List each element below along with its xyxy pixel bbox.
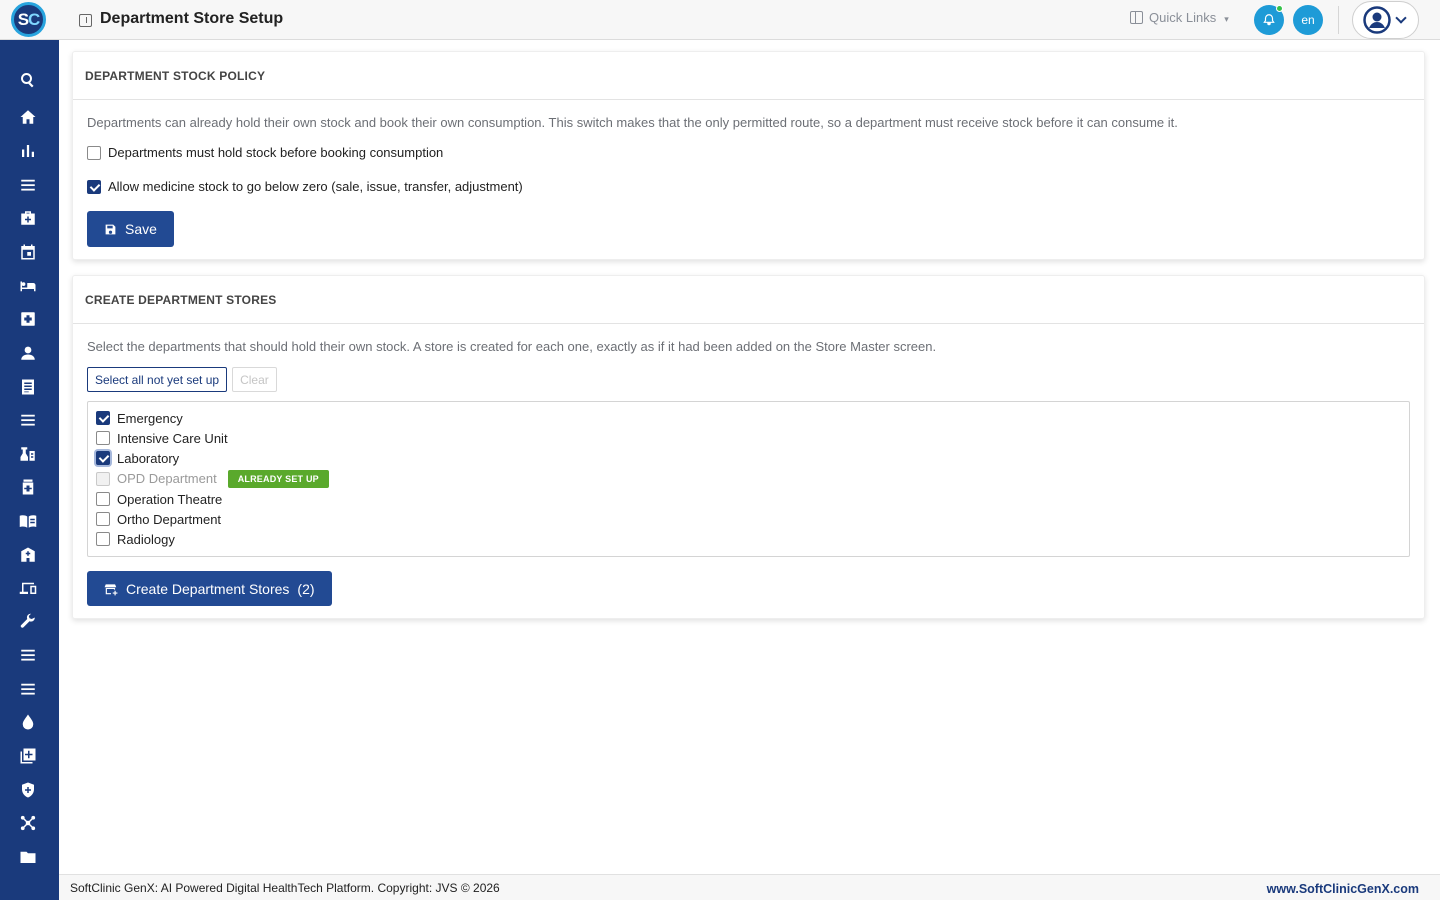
stock-policy-description: Departments can already hold their own s…	[87, 115, 1178, 130]
quick-links-menu[interactable]: Quick Links ▾	[1130, 10, 1229, 25]
page-icon	[79, 14, 92, 27]
create-stores-description: Select the departments that should hold …	[87, 339, 937, 354]
create-stores-heading: CREATE DEPARTMENT STORES	[73, 276, 1424, 324]
stock-policy-card: DEPARTMENT STOCK POLICY Departments can …	[72, 51, 1425, 260]
below-zero-option[interactable]: Allow medicine stock to go below zero (s…	[87, 179, 1410, 194]
calendar-icon[interactable]	[18, 242, 38, 262]
folder-icon[interactable]	[18, 847, 38, 867]
below-zero-label: Allow medicine stock to go below zero (s…	[108, 179, 523, 194]
top-bar: SC Department Store Setup Quick Links ▾ …	[0, 0, 1440, 40]
medical-cross-icon[interactable]	[18, 309, 38, 329]
department-item[interactable]: Emergency	[96, 408, 1401, 428]
create-stores-count: (2)	[297, 580, 315, 597]
department-item[interactable]: Ortho Department	[96, 509, 1401, 529]
user-avatar-icon	[1363, 6, 1391, 34]
create-stores-card: CREATE DEPARTMENT STORES Select the depa…	[72, 275, 1425, 619]
sidebar	[0, 40, 59, 900]
language-button[interactable]: en	[1293, 5, 1323, 35]
logo-letter-c: C	[28, 9, 40, 29]
logo-letter-s: S	[17, 9, 29, 29]
department-item[interactable]: Laboratory	[96, 448, 1401, 468]
department-label: Ortho Department	[117, 511, 222, 527]
department-item[interactable]: Intensive Care Unit	[96, 428, 1401, 448]
create-department-stores-button[interactable]: Create Department Stores (2)	[87, 571, 332, 606]
gift-icon	[1130, 11, 1143, 24]
floppy-disk-icon	[105, 224, 116, 234]
footer-website-link[interactable]: www.SoftClinicGenX.com	[1267, 882, 1419, 896]
department-label: Operation Theatre	[117, 491, 223, 507]
devices-icon[interactable]	[18, 578, 38, 598]
department-checkbox[interactable]	[96, 512, 110, 526]
bar-chart-icon[interactable]	[18, 141, 38, 161]
menu-lines-icon[interactable]	[18, 645, 38, 665]
pharmacy-icon[interactable]	[18, 477, 38, 497]
quick-links-label: Quick Links	[1149, 10, 1217, 25]
drop-icon[interactable]	[18, 712, 38, 732]
footer-copyright: SoftClinic GenX: AI Powered Digital Heal…	[70, 881, 500, 895]
home-icon[interactable]	[18, 107, 38, 127]
building-icon[interactable]	[18, 545, 38, 565]
notification-status-dot	[1276, 5, 1283, 12]
divider	[1338, 6, 1339, 34]
department-checkbox[interactable]	[96, 431, 110, 445]
department-checkbox[interactable]	[96, 451, 110, 465]
department-checkbox[interactable]	[96, 532, 110, 546]
save-button[interactable]: Save	[87, 211, 174, 247]
lab-icon[interactable]	[18, 444, 38, 464]
department-label: Laboratory	[117, 450, 180, 466]
clear-button[interactable]: Clear	[232, 367, 277, 392]
medical-bag-icon[interactable]	[18, 208, 38, 228]
select-all-button[interactable]: Select all not yet set up	[87, 367, 228, 392]
shield-icon[interactable]	[18, 780, 38, 800]
department-checkbox[interactable]	[96, 492, 110, 506]
hold-stock-option[interactable]: Departments must hold stock before booki…	[87, 145, 1410, 160]
department-label: Intensive Care Unit	[117, 430, 228, 446]
user-menu-button[interactable]	[1352, 1, 1419, 39]
department-label: OPD Department	[117, 471, 217, 486]
hold-stock-label: Departments must hold stock before booki…	[108, 145, 444, 160]
book-icon[interactable]	[18, 511, 38, 531]
department-checkbox	[96, 471, 110, 486]
add-library-icon[interactable]	[18, 746, 38, 766]
save-label: Save	[125, 221, 157, 237]
search-icon[interactable]	[18, 70, 38, 90]
stock-policy-heading: DEPARTMENT STOCK POLICY	[73, 52, 1424, 100]
document-icon[interactable]	[18, 377, 38, 397]
department-label: Radiology	[117, 531, 175, 547]
menu-lines-icon[interactable]	[18, 679, 38, 699]
page-title: Department Store Setup	[100, 10, 284, 27]
store-add-icon	[104, 583, 118, 595]
department-item: OPD Department ALREADY SET UP	[96, 468, 1401, 489]
bell-icon	[1263, 14, 1275, 26]
person-icon[interactable]	[18, 343, 38, 363]
create-stores-label: Create Department Stores	[126, 580, 290, 597]
network-icon[interactable]	[18, 813, 38, 833]
wrench-icon[interactable]	[18, 612, 38, 632]
menu-lines-icon[interactable]	[18, 410, 38, 430]
app-logo[interactable]: SC	[11, 2, 46, 37]
chevron-down-icon	[1395, 12, 1407, 24]
below-zero-checkbox[interactable]	[87, 179, 101, 194]
caret-down-icon: ▾	[1224, 14, 1229, 24]
department-item[interactable]: Operation Theatre	[96, 489, 1401, 509]
already-set-up-badge: ALREADY SET UP	[227, 469, 329, 488]
hold-stock-checkbox[interactable]	[87, 145, 101, 160]
department-item[interactable]: Radiology	[96, 529, 1401, 549]
bed-icon[interactable]	[18, 276, 38, 296]
menu-lines-icon[interactable]	[18, 175, 38, 195]
department-list: Emergency Intensive Care Unit Laboratory…	[87, 401, 1410, 557]
department-label: Emergency	[117, 410, 183, 426]
department-checkbox[interactable]	[96, 411, 110, 425]
footer: SoftClinic GenX: AI Powered Digital Heal…	[59, 874, 1440, 900]
